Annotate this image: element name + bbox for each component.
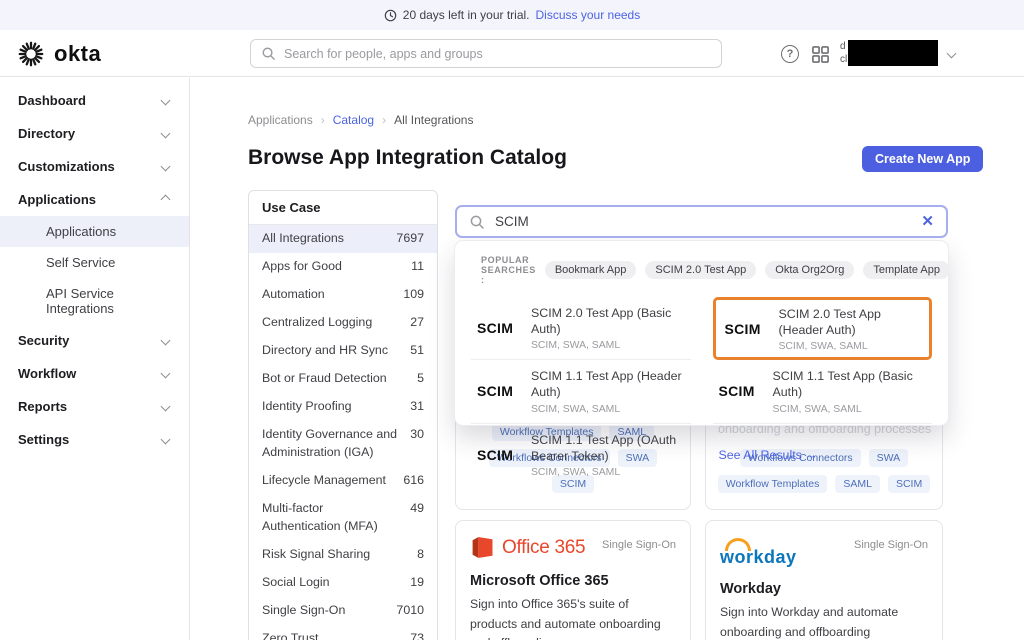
clock-icon xyxy=(384,9,397,22)
chevron-down-icon xyxy=(161,402,171,412)
sidebar-item-settings[interactable]: Settings xyxy=(0,423,189,456)
sidebar-item-reports[interactable]: Reports xyxy=(0,390,189,423)
scim-logo-icon: SCIM xyxy=(725,321,767,337)
global-search[interactable] xyxy=(250,39,722,68)
discuss-needs-link[interactable]: Discuss your needs xyxy=(536,8,641,22)
filter-single-sign-on[interactable]: Single Sign-On7010 xyxy=(249,597,437,625)
search-icon xyxy=(469,214,485,230)
popular-chip-template-app[interactable]: Template App xyxy=(863,261,950,279)
catalog-card-workday[interactable]: workday Single Sign-On Workday Sign into… xyxy=(705,520,943,640)
sidebar-subitem-api-service-integrations[interactable]: API Service Integrations xyxy=(0,278,189,324)
clear-search-icon[interactable]: ✕ xyxy=(921,214,934,229)
result-scim11-header-auth[interactable]: SCIM SCIM 1.1 Test App (Header Auth)SCIM… xyxy=(471,360,691,423)
search-icon xyxy=(261,46,276,61)
sidebar-item-customizations[interactable]: Customizations xyxy=(0,150,189,183)
app-card-description: Sign into Office 365's suite of products… xyxy=(470,595,676,640)
sidebar-item-workflow[interactable]: Workflow xyxy=(0,357,189,390)
filter-header-use-case: Use Case xyxy=(249,191,437,225)
filter-automation[interactable]: Automation109 xyxy=(249,281,437,309)
sidebar-item-applications[interactable]: Applications xyxy=(0,183,189,216)
sso-badge: Single Sign-On xyxy=(602,539,676,551)
trial-banner: 20 days left in your trial. Discuss your… xyxy=(0,0,1024,30)
office365-logo-text: Office 365 xyxy=(502,537,585,559)
search-results-dropdown: POPULAR SEARCHES : Bookmark App SCIM 2.0… xyxy=(455,241,948,425)
redaction-box xyxy=(848,40,938,66)
popular-searches-label: POPULAR SEARCHES : xyxy=(481,255,536,285)
filter-centralized-logging[interactable]: Centralized Logging27 xyxy=(249,309,437,337)
see-all-results-link[interactable]: See All Results → xyxy=(713,424,933,486)
filter-apps-for-good[interactable]: Apps for Good11 xyxy=(249,253,437,281)
scim-logo-icon: SCIM xyxy=(477,383,519,399)
scim-logo-icon: SCIM xyxy=(477,447,519,463)
sidebar-subitem-self-service[interactable]: Self Service xyxy=(0,247,189,278)
okta-logo[interactable]: okta xyxy=(16,39,101,69)
catalog-search-input[interactable] xyxy=(495,214,911,229)
filter-risk-signal-sharing[interactable]: Risk Signal Sharing8 xyxy=(249,541,437,569)
sidebar-item-dashboard[interactable]: Dashboard xyxy=(0,84,189,117)
sidebar-nav: Dashboard Directory Customizations Appli… xyxy=(0,78,190,640)
app-header: okta ? d cl xyxy=(0,30,1024,77)
breadcrumb-separator: › xyxy=(321,113,325,127)
okta-sunburst-icon xyxy=(16,39,46,69)
filter-zero-trust[interactable]: Zero Trust73 xyxy=(249,625,437,640)
popular-chip-bookmark-app[interactable]: Bookmark App xyxy=(545,261,637,279)
office365-logo: Office 365 xyxy=(470,535,585,560)
result-scim20-header-auth-highlighted[interactable]: SCIM SCIM 2.0 Test App (Header Auth)SCIM… xyxy=(713,297,933,360)
breadcrumb-separator: › xyxy=(382,113,386,127)
workday-arc-icon xyxy=(725,538,751,551)
breadcrumb-catalog[interactable]: Catalog xyxy=(333,113,374,127)
filter-iga[interactable]: Identity Governance and Administration (… xyxy=(249,421,437,467)
scim-logo-icon: SCIM xyxy=(477,320,519,336)
filter-directory-hr-sync[interactable]: Directory and HR Sync51 xyxy=(249,337,437,365)
filter-identity-proofing[interactable]: Identity Proofing31 xyxy=(249,393,437,421)
admin-apps-grid-icon[interactable] xyxy=(811,45,830,64)
filter-mfa[interactable]: Multi-factor Authentication (MFA)49 xyxy=(249,495,437,541)
chevron-down-icon xyxy=(161,369,171,379)
sidebar-subitem-applications[interactable]: Applications xyxy=(0,216,189,247)
chevron-up-icon xyxy=(161,195,171,205)
filter-bot-fraud-detection[interactable]: Bot or Fraud Detection5 xyxy=(249,365,437,393)
account-chevron-down-icon[interactable] xyxy=(947,49,957,59)
chevron-down-icon xyxy=(161,336,171,346)
popular-chip-scim-test-app[interactable]: SCIM 2.0 Test App xyxy=(645,261,756,279)
catalog-search[interactable]: ✕ xyxy=(455,205,948,238)
breadcrumb-all-integrations: All Integrations xyxy=(394,113,473,127)
breadcrumb: Applications › Catalog › All Integration… xyxy=(248,113,473,127)
popular-searches: POPULAR SEARCHES : Bookmark App SCIM 2.0… xyxy=(469,253,934,295)
scim-logo-icon: SCIM xyxy=(719,383,761,399)
filter-all-integrations[interactable]: All Integrations7697 xyxy=(249,225,437,253)
page-title: Browse App Integration Catalog xyxy=(248,146,567,170)
global-search-input[interactable] xyxy=(284,47,711,61)
search-results-grid: SCIM SCIM 2.0 Test App (Basic Auth)SCIM,… xyxy=(469,295,934,486)
popular-chip-okta-org2org[interactable]: Okta Org2Org xyxy=(765,261,854,279)
breadcrumb-applications[interactable]: Applications xyxy=(248,113,313,127)
workday-logo: workday xyxy=(720,547,797,568)
chevron-down-icon xyxy=(161,162,171,172)
office365-logo-icon xyxy=(470,535,495,560)
create-new-app-button[interactable]: Create New App xyxy=(862,146,983,172)
chevron-down-icon xyxy=(161,435,171,445)
trial-banner-text: 20 days left in your trial. xyxy=(403,8,530,22)
okta-logo-text: okta xyxy=(54,41,101,67)
filter-lifecycle-management[interactable]: Lifecycle Management616 xyxy=(249,467,437,495)
use-case-filter-panel: Use Case All Integrations7697 Apps for G… xyxy=(248,190,438,640)
chevron-down-icon xyxy=(161,129,171,139)
app-card-title[interactable]: Workday xyxy=(720,581,928,597)
help-icon[interactable]: ? xyxy=(781,45,799,63)
sidebar-item-security[interactable]: Security xyxy=(0,324,189,357)
result-scim20-basic-auth[interactable]: SCIM SCIM 2.0 Test App (Basic Auth)SCIM,… xyxy=(471,297,691,360)
filter-social-login[interactable]: Social Login19 xyxy=(249,569,437,597)
app-card-title[interactable]: Microsoft Office 365 xyxy=(470,573,676,589)
sidebar-item-directory[interactable]: Directory xyxy=(0,117,189,150)
result-scim11-basic-auth[interactable]: SCIM SCIM 1.1 Test App (Basic Auth)SCIM,… xyxy=(713,360,933,423)
account-menu[interactable]: d cl xyxy=(840,40,940,67)
result-scim11-oauth-bearer[interactable]: SCIM SCIM 1.1 Test App (OAuth Bearer Tok… xyxy=(471,424,691,486)
chevron-down-icon xyxy=(161,96,171,106)
app-card-description: Sign into Workday and automate onboardin… xyxy=(720,603,928,640)
catalog-card-office365[interactable]: Office 365 Single Sign-On Microsoft Offi… xyxy=(455,520,691,640)
sso-badge: Single Sign-On xyxy=(854,539,928,551)
